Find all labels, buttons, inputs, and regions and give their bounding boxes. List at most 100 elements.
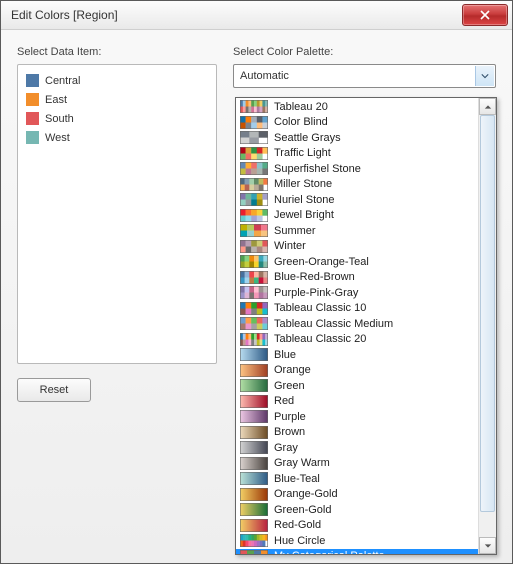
chevron-up-icon [484, 103, 492, 111]
titlebar[interactable]: Edit Colors [Region] [1, 1, 512, 30]
palette-swatch-icon [240, 240, 268, 253]
palette-option-label: Traffic Light [274, 147, 331, 159]
palette-option[interactable]: Orange-Gold [236, 487, 478, 503]
palette-option[interactable]: Miller Stone [236, 177, 478, 193]
palette-option-label: Superfishel Stone [274, 163, 361, 175]
select-data-item-label: Select Data Item: [17, 46, 217, 58]
palette-option[interactable]: Gray Warm [236, 456, 478, 472]
palette-swatch-icon [240, 224, 268, 237]
palette-option-label: Gray [274, 442, 298, 454]
palette-option[interactable]: Gray [236, 440, 478, 456]
palette-option[interactable]: Jewel Bright [236, 208, 478, 224]
scroll-up-button[interactable] [479, 98, 496, 115]
palette-option[interactable]: Traffic Light [236, 146, 478, 162]
palette-option[interactable]: Tableau 20 [236, 99, 478, 115]
palette-swatch-icon [240, 147, 268, 160]
palette-option-label: Blue-Teal [274, 473, 320, 485]
palette-option[interactable]: Color Blind [236, 115, 478, 131]
palette-option-label: Red [274, 395, 294, 407]
close-button[interactable] [462, 4, 508, 26]
data-item-list[interactable]: Central East SouthWest [17, 64, 217, 364]
palette-swatch-icon [240, 333, 268, 346]
palette-swatch-icon [240, 209, 268, 222]
palette-swatch-icon [240, 488, 268, 501]
palette-option[interactable]: Blue-Teal [236, 471, 478, 487]
reset-button[interactable]: Reset [17, 378, 91, 402]
palette-option-label: Purple-Pink-Gray [274, 287, 358, 299]
palette-option[interactable]: Tableau Classic 20 [236, 332, 478, 348]
palette-option[interactable]: Nuriel Stone [236, 192, 478, 208]
chevron-down-icon [484, 542, 492, 550]
palette-option-label: Nuriel Stone [274, 194, 335, 206]
palette-option-label: Winter [274, 240, 306, 252]
palette-option[interactable]: Summer [236, 223, 478, 239]
palette-option-label: Tableau 20 [274, 101, 328, 113]
data-item[interactable]: East [24, 90, 210, 109]
palette-option[interactable]: Blue [236, 347, 478, 363]
scroll-down-button[interactable] [479, 537, 496, 554]
palette-option[interactable]: Red-Gold [236, 518, 478, 534]
palette-swatch-icon [240, 379, 268, 392]
palette-option-label: Green-Gold [274, 504, 331, 516]
palette-option-label: Blue [274, 349, 296, 361]
palette-swatch-icon [240, 302, 268, 315]
data-item[interactable]: West [24, 128, 210, 147]
palette-option[interactable]: Green [236, 378, 478, 394]
palette-option[interactable]: Brown [236, 425, 478, 441]
palette-option[interactable]: Hue Circle [236, 533, 478, 549]
palette-option-label: My Categorical Palette [274, 550, 385, 554]
palette-swatch-icon [240, 100, 268, 113]
data-item[interactable]: South [24, 109, 210, 128]
palette-swatch-icon [240, 193, 268, 206]
palette-swatch-icon [240, 426, 268, 439]
palette-option-label: Green-Orange-Teal [274, 256, 369, 268]
scroll-thumb[interactable] [480, 115, 495, 512]
palette-option-label: Purple [274, 411, 306, 423]
left-panel: Select Data Item: Central East SouthWest R… [17, 46, 217, 402]
window-title: Edit Colors [Region] [11, 8, 462, 22]
palette-option-label: Miller Stone [274, 178, 332, 190]
palette-option-label: Brown [274, 426, 305, 438]
scroll-track[interactable] [479, 115, 496, 537]
reset-row: Reset [17, 378, 217, 402]
palette-option[interactable]: Winter [236, 239, 478, 255]
data-item-swatch [26, 131, 39, 144]
combo-arrow-button[interactable] [475, 66, 494, 86]
palette-option[interactable]: Green-Orange-Teal [236, 254, 478, 270]
scrollbar[interactable] [478, 98, 496, 554]
palette-dropdown-list[interactable]: Tableau 20 Color Blind Seattle Grays Traffi… [236, 98, 478, 554]
palette-option[interactable]: Red [236, 394, 478, 410]
palette-swatch-icon [240, 317, 268, 330]
palette-option[interactable]: Green-Gold [236, 502, 478, 518]
select-color-palette-label: Select Color Palette: [233, 46, 496, 58]
palette-option[interactable]: Purple [236, 409, 478, 425]
palette-option[interactable]: Orange [236, 363, 478, 379]
palette-option-label: Tableau Classic Medium [274, 318, 393, 330]
palette-option-label: Color Blind [274, 116, 328, 128]
palette-option[interactable]: Purple-Pink-Gray [236, 285, 478, 301]
palette-swatch-icon [240, 395, 268, 408]
palette-option-label: Blue-Red-Brown [274, 271, 355, 283]
palette-option[interactable]: My Categorical Palette [236, 549, 478, 555]
data-item-swatch [26, 93, 39, 106]
palette-swatch-icon [240, 441, 268, 454]
palette-option[interactable]: Blue-Red-Brown [236, 270, 478, 286]
data-item[interactable]: Central [24, 71, 210, 90]
data-item-swatch [26, 112, 39, 125]
palette-swatch-icon [240, 131, 268, 144]
palette-dropdown[interactable]: Tableau 20 Color Blind Seattle Grays Traffi… [235, 97, 497, 555]
palette-option-label: Seattle Grays [274, 132, 341, 144]
palette-option[interactable]: Superfishel Stone [236, 161, 478, 177]
data-item-swatch [26, 74, 39, 87]
palette-swatch-icon [240, 178, 268, 191]
palette-option[interactable]: Tableau Classic 10 [236, 301, 478, 317]
data-item-label: East [45, 94, 67, 106]
palette-option-label: Summer [274, 225, 316, 237]
palette-option[interactable]: Seattle Grays [236, 130, 478, 146]
palette-swatch-icon [240, 255, 268, 268]
palette-option[interactable]: Tableau Classic Medium [236, 316, 478, 332]
palette-option-label: Red-Gold [274, 519, 321, 531]
palette-swatch-icon [240, 534, 268, 547]
palette-swatch-icon [240, 457, 268, 470]
palette-combo[interactable]: Automatic [233, 64, 496, 88]
